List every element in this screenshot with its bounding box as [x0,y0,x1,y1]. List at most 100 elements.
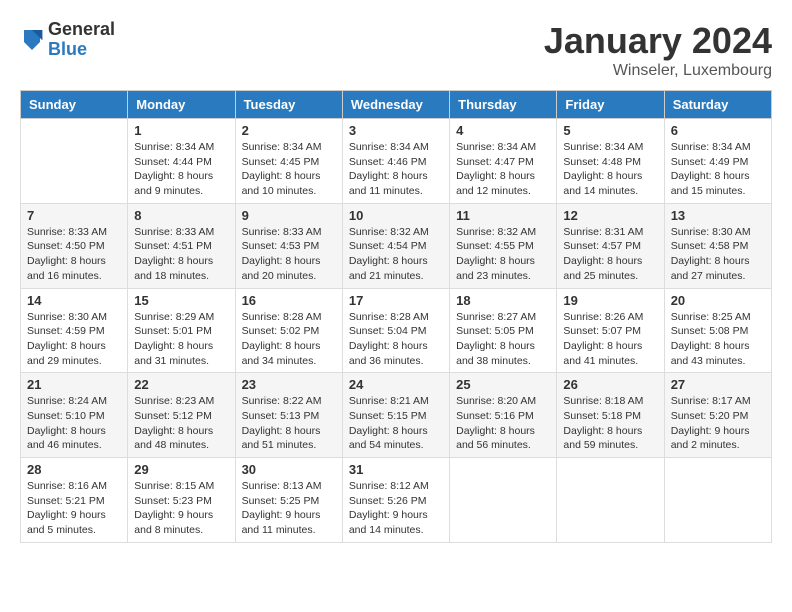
day-number: 24 [349,377,443,392]
calendar-cell: 26 Sunrise: 8:18 AMSunset: 5:18 PMDayligh… [557,373,664,458]
calendar-cell [664,458,771,543]
day-detail: Sunrise: 8:30 AMSunset: 4:59 PMDaylight:… [27,310,121,369]
day-number: 6 [671,123,765,138]
calendar-header-wednesday: Wednesday [342,91,449,119]
calendar-header-friday: Friday [557,91,664,119]
calendar-cell: 4Sunrise: 8:34 AMSunset: 4:47 PMDaylight… [450,119,557,204]
calendar-cell: 6 Sunrise: 8:34 AMSunset: 4:49 PMDaylight… [664,119,771,204]
calendar-cell: 7Sunrise: 8:33 AMSunset: 4:50 PMDaylight… [21,203,128,288]
day-number: 21 [27,377,121,392]
day-detail: Sunrise: 8:27 AMSunset: 5:05 PMDaylight:… [456,310,550,369]
calendar-cell: 12Sunrise: 8:31 AMSunset: 4:57 PMDayligh… [557,203,664,288]
calendar-cell: 8 Sunrise: 8:33 AMSunset: 4:51 PMDaylight… [128,203,235,288]
calendar-cell: 14 Sunrise: 8:30 AMSunset: 4:59 PMDayligh… [21,288,128,373]
calendar-week-row: 1 Sunrise: 8:34 AMSunset: 4:44 PMDaylight… [21,119,772,204]
day-detail: Sunrise: 8:34 AMSunset: 4:44 PMDaylight:… [134,140,228,199]
day-detail: Sunrise: 8:33 AMSunset: 4:51 PMDaylight:… [134,225,228,284]
day-detail: Sunrise: 8:34 AMSunset: 4:46 PMDaylight:… [349,140,443,199]
day-detail: Sunrise: 8:28 AMSunset: 5:02 PMDaylight:… [242,310,336,369]
day-number: 5 [563,123,657,138]
day-detail: Sunrise: 8:31 AMSunset: 4:57 PMDaylight:… [563,225,657,284]
day-number: 22 [134,377,228,392]
calendar-cell: 5Sunrise: 8:34 AMSunset: 4:48 PMDaylight… [557,119,664,204]
calendar-cell: 27Sunrise: 8:17 AMSunset: 5:20 PMDayligh… [664,373,771,458]
day-detail: Sunrise: 8:34 AMSunset: 4:47 PMDaylight:… [456,140,550,199]
day-detail: Sunrise: 8:33 AMSunset: 4:53 PMDaylight:… [242,225,336,284]
calendar-cell: 29 Sunrise: 8:15 AMSunset: 5:23 PMDayligh… [128,458,235,543]
calendar-cell: 31Sunrise: 8:12 AMSunset: 5:26 PMDayligh… [342,458,449,543]
logo: General Blue [20,20,115,60]
calendar-cell: 21Sunrise: 8:24 AMSunset: 5:10 PMDayligh… [21,373,128,458]
calendar-cell: 22Sunrise: 8:23 AMSunset: 5:12 PMDayligh… [128,373,235,458]
calendar-cell: 1 Sunrise: 8:34 AMSunset: 4:44 PMDaylight… [128,119,235,204]
logo-icon [20,26,44,54]
calendar-cell: 18 Sunrise: 8:27 AMSunset: 5:05 PMDayligh… [450,288,557,373]
calendar-cell: 25 Sunrise: 8:20 AMSunset: 5:16 PMDayligh… [450,373,557,458]
day-number: 18 [456,293,550,308]
location-subtitle: Winseler, Luxembourg [544,62,772,80]
calendar-cell [21,119,128,204]
header: General Blue January 2024 Winseler, Luxe… [20,20,772,80]
calendar-header-monday: Monday [128,91,235,119]
day-detail: Sunrise: 8:33 AMSunset: 4:50 PMDaylight:… [27,225,121,284]
day-number: 9 [242,208,336,223]
day-number: 26 [563,377,657,392]
page-container: General Blue January 2024 Winseler, Luxe… [20,20,772,543]
day-number: 19 [563,293,657,308]
calendar-cell: 9 Sunrise: 8:33 AMSunset: 4:53 PMDaylight… [235,203,342,288]
day-detail: Sunrise: 8:21 AMSunset: 5:15 PMDaylight:… [349,394,443,453]
calendar-cell: 13 Sunrise: 8:30 AMSunset: 4:58 PMDayligh… [664,203,771,288]
day-detail: Sunrise: 8:32 AMSunset: 4:54 PMDaylight:… [349,225,443,284]
day-number: 11 [456,208,550,223]
calendar-week-row: 14 Sunrise: 8:30 AMSunset: 4:59 PMDayligh… [21,288,772,373]
day-detail: Sunrise: 8:30 AMSunset: 4:58 PMDaylight:… [671,225,765,284]
calendar-header-row: SundayMondayTuesdayWednesdayThursdayFrid… [21,91,772,119]
calendar-table: SundayMondayTuesdayWednesdayThursdayFrid… [20,90,772,543]
day-detail: Sunrise: 8:32 AMSunset: 4:55 PMDaylight:… [456,225,550,284]
calendar-cell [557,458,664,543]
day-number: 23 [242,377,336,392]
day-detail: Sunrise: 8:28 AMSunset: 5:04 PMDaylight:… [349,310,443,369]
day-number: 25 [456,377,550,392]
day-number: 10 [349,208,443,223]
month-year-title: January 2024 [544,20,772,62]
day-number: 17 [349,293,443,308]
calendar-cell: 15Sunrise: 8:29 AMSunset: 5:01 PMDayligh… [128,288,235,373]
day-detail: Sunrise: 8:17 AMSunset: 5:20 PMDaylight:… [671,394,765,453]
title-area: January 2024 Winseler, Luxembourg [544,20,772,80]
calendar-cell: 2 Sunrise: 8:34 AMSunset: 4:45 PMDaylight… [235,119,342,204]
calendar-week-row: 7Sunrise: 8:33 AMSunset: 4:50 PMDaylight… [21,203,772,288]
calendar-header-sunday: Sunday [21,91,128,119]
calendar-cell: 17 Sunrise: 8:28 AMSunset: 5:04 PMDayligh… [342,288,449,373]
day-detail: Sunrise: 8:12 AMSunset: 5:26 PMDaylight:… [349,479,443,538]
day-detail: Sunrise: 8:18 AMSunset: 5:18 PMDaylight:… [563,394,657,453]
day-number: 14 [27,293,121,308]
calendar-header-saturday: Saturday [664,91,771,119]
logo-text: General Blue [48,20,115,60]
calendar-header-tuesday: Tuesday [235,91,342,119]
day-number: 16 [242,293,336,308]
day-number: 29 [134,462,228,477]
calendar-cell: 20Sunrise: 8:25 AMSunset: 5:08 PMDayligh… [664,288,771,373]
calendar-cell: 11 Sunrise: 8:32 AMSunset: 4:55 PMDayligh… [450,203,557,288]
day-detail: Sunrise: 8:34 AMSunset: 4:49 PMDaylight:… [671,140,765,199]
day-detail: Sunrise: 8:13 AMSunset: 5:25 PMDaylight:… [242,479,336,538]
calendar-cell: 3 Sunrise: 8:34 AMSunset: 4:46 PMDaylight… [342,119,449,204]
calendar-cell [450,458,557,543]
calendar-cell: 28Sunrise: 8:16 AMSunset: 5:21 PMDayligh… [21,458,128,543]
logo-blue: Blue [48,40,115,60]
calendar-cell: 10 Sunrise: 8:32 AMSunset: 4:54 PMDayligh… [342,203,449,288]
day-detail: Sunrise: 8:22 AMSunset: 5:13 PMDaylight:… [242,394,336,453]
day-number: 2 [242,123,336,138]
day-number: 13 [671,208,765,223]
day-number: 3 [349,123,443,138]
day-number: 8 [134,208,228,223]
day-detail: Sunrise: 8:20 AMSunset: 5:16 PMDaylight:… [456,394,550,453]
day-number: 1 [134,123,228,138]
day-detail: Sunrise: 8:15 AMSunset: 5:23 PMDaylight:… [134,479,228,538]
day-detail: Sunrise: 8:34 AMSunset: 4:45 PMDaylight:… [242,140,336,199]
calendar-cell: 30 Sunrise: 8:13 AMSunset: 5:25 PMDayligh… [235,458,342,543]
day-number: 15 [134,293,228,308]
day-detail: Sunrise: 8:26 AMSunset: 5:07 PMDaylight:… [563,310,657,369]
day-number: 30 [242,462,336,477]
